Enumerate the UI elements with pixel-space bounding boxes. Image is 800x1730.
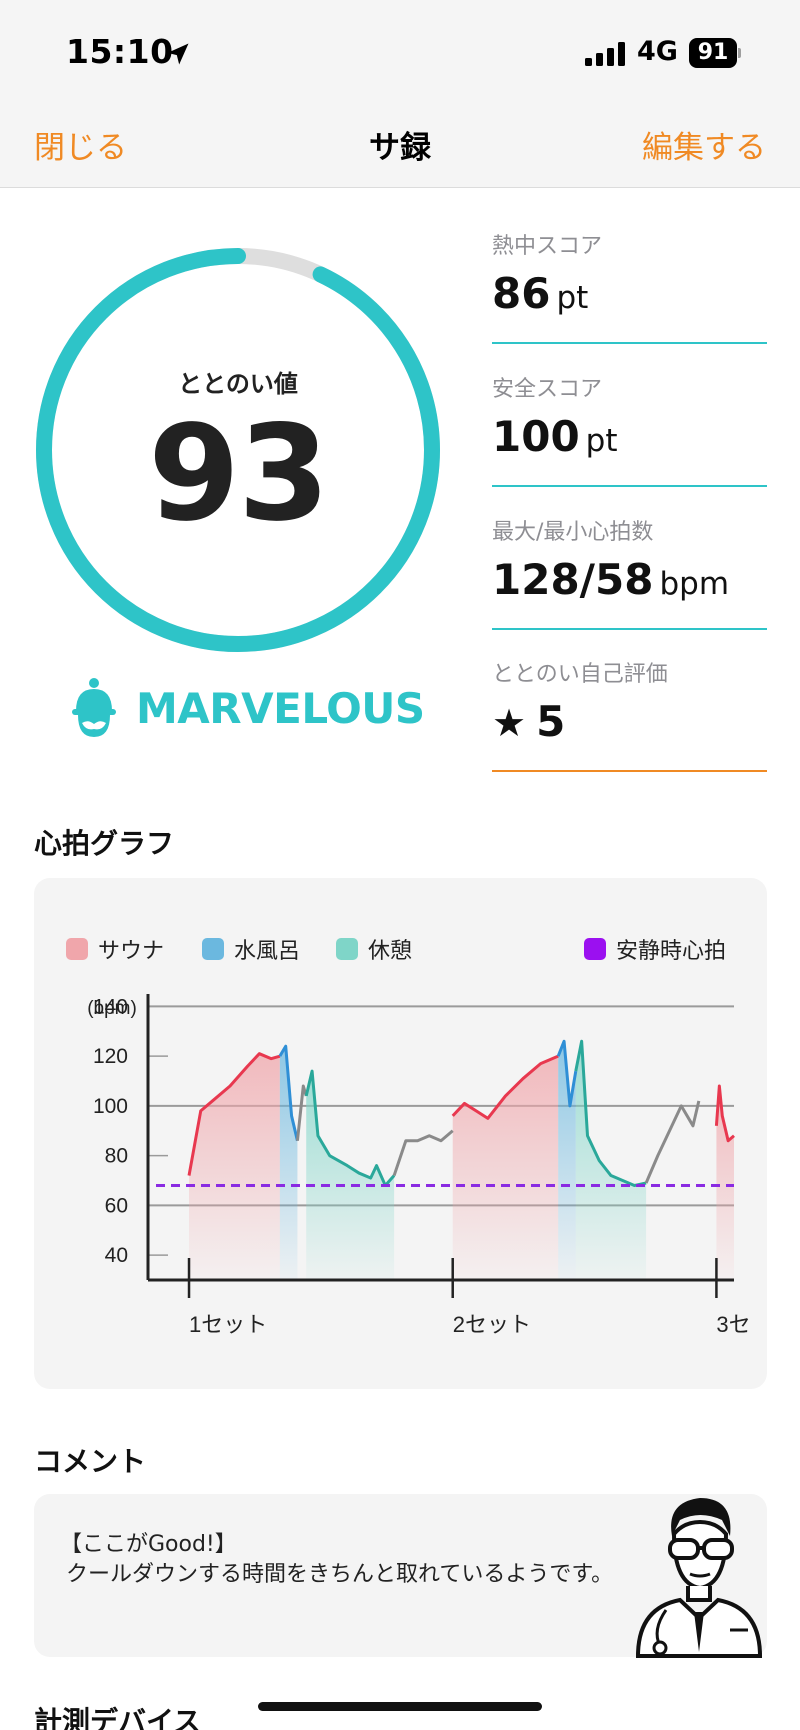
other-line: [392, 1129, 454, 1177]
other-line: [295, 1084, 308, 1141]
network-type: 4G: [637, 36, 678, 67]
x-tick-label: 2セット: [453, 1312, 531, 1337]
stat-label: ととのい自己評価: [492, 662, 668, 687]
heart-rate-chart: サウナ 水風呂 休憩 安静時心拍 (bpm) 140 120 100 80 60 40 1セッ…: [34, 878, 767, 1389]
y-tick-label: 120: [93, 1045, 128, 1068]
stat-value: 128/58 bpm: [492, 555, 730, 604]
comment-title: コメント: [34, 1445, 147, 1478]
cellular-signal-icon: [585, 42, 625, 66]
y-tick-label: 40: [105, 1244, 128, 1267]
home-indicator: [258, 1702, 542, 1711]
status-time: 15:10: [66, 32, 174, 71]
sauna-area: [716, 1086, 734, 1280]
sauna-area: [452, 1056, 559, 1280]
stat-label: 安全スコア: [492, 377, 603, 402]
stat-heat-score: 熱中スコア 86 pt: [492, 228, 767, 344]
score-value: 93: [148, 397, 330, 551]
stat-value: 100 pt: [492, 412, 618, 461]
stat-unit: pt: [556, 280, 589, 316]
status-bar: 15:10 4G 91: [0, 0, 800, 100]
stat-label: 最大/最小心拍数: [492, 520, 654, 545]
stat-unit: pt: [585, 423, 618, 459]
star-icon: ★: [492, 701, 527, 745]
battery-icon: 91: [689, 38, 741, 68]
y-tick-label: 80: [105, 1145, 128, 1168]
device-section-title: 計測デバイス: [34, 1705, 202, 1730]
stat-heart-rate: 最大/最小心拍数 128/58 bpm: [492, 514, 767, 630]
stat-safety-score: 安全スコア 100 pt: [492, 371, 767, 487]
heart-graph-title: 心拍グラフ: [34, 827, 175, 860]
stat-value: ★ 5: [492, 697, 566, 746]
other-line: [644, 1100, 701, 1184]
stat-divider: [492, 342, 767, 344]
score-label: ととのい値: [178, 370, 298, 398]
rest-area: [575, 1041, 647, 1280]
comment-body: クールダウンする時間をきちんと取れているようです。: [66, 1562, 614, 1587]
level-label: MARVELOUS: [136, 684, 425, 733]
doctor-avatar-icon: [635, 1498, 763, 1658]
y-tick-label: 100: [93, 1095, 128, 1118]
stat-label: 熱中スコア: [492, 234, 603, 259]
y-tick-label: 60: [105, 1194, 128, 1217]
y-tick-label: 140: [93, 995, 128, 1018]
stat-self-rating[interactable]: ととのい自己評価 ★ 5: [492, 656, 767, 772]
stat-unit: bpm: [659, 566, 730, 602]
heart-rate-plot: (bpm)1401201008060401セット 2セット 3セ: [87, 994, 751, 1337]
edit-button[interactable]: 編集する: [642, 122, 766, 167]
x-tick-label: 1セット: [189, 1312, 267, 1337]
sauna-hat-icon: [72, 678, 116, 737]
stat-value: 86 pt: [492, 269, 589, 318]
comment-heading: 【ここがGood!】: [60, 1532, 237, 1557]
stat-divider: [492, 485, 767, 487]
location-arrow-icon: [167, 43, 189, 65]
sauna-area: [189, 1053, 280, 1280]
x-tick-label: 3セ: [716, 1312, 750, 1337]
nav-bar: 閉じる サ録 編集する: [0, 100, 800, 188]
battery-level: 91: [689, 38, 737, 68]
battery-tip: [738, 48, 741, 58]
stat-divider: [492, 628, 767, 630]
stat-divider: [492, 770, 767, 772]
